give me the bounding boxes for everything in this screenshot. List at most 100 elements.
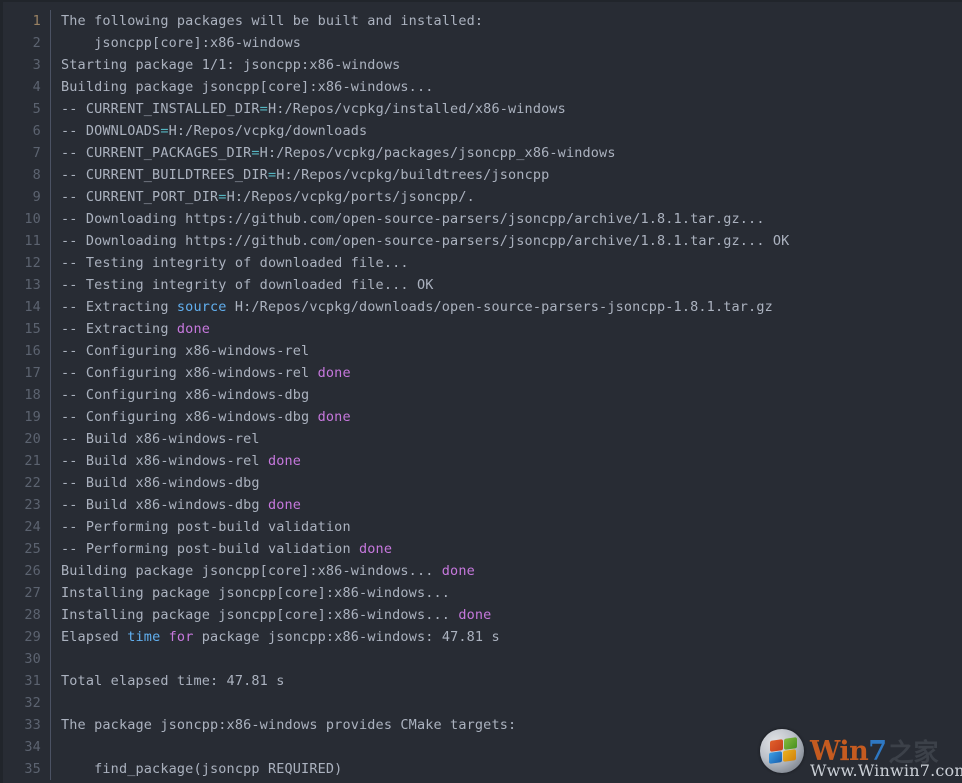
code-line[interactable]: 5 -- CURRENT_INSTALLED_DIR=H:/Repos/vcpkg… [3, 98, 962, 120]
code-line[interactable]: 28 Installing package jsoncpp[core]:x86-w… [3, 604, 962, 626]
code-line-content[interactable]: -- Configuring x86-windows-rel done [61, 362, 962, 384]
code-line[interactable]: 27 Installing package jsoncpp[core]:x86-w… [3, 582, 962, 604]
gutter-divider [50, 340, 51, 362]
code-line[interactable]: 17 -- Configuring x86-windows-rel done [3, 362, 962, 384]
code-line[interactable]: 18 -- Configuring x86-windows-dbg [3, 384, 962, 406]
code-line[interactable]: 1 The following packages will be built an… [3, 10, 962, 32]
code-line-content[interactable]: -- CURRENT_INSTALLED_DIR=H:/Repos/vcpkg/… [61, 98, 962, 120]
code-line-content[interactable]: -- Build x86-windows-rel done [61, 450, 962, 472]
code-line[interactable]: 33 The package jsoncpp:x86-windows provid… [3, 714, 962, 736]
code-token: = [267, 167, 277, 183]
code-line-content[interactable]: -- Build x86-windows-rel [61, 428, 962, 450]
line-number: 11 [24, 233, 41, 249]
code-line-content[interactable]: Starting package 1/1: jsoncpp:x86-window… [61, 54, 962, 76]
code-token: = [259, 101, 268, 117]
code-line-content[interactable]: -- Configuring x86-windows-rel [61, 340, 962, 362]
code-line-content[interactable]: -- Build x86-windows-dbg [61, 472, 962, 494]
code-token: source [176, 299, 227, 315]
code-line[interactable]: 3 Starting package 1/1: jsoncpp:x86-windo… [3, 54, 962, 76]
code-line-content[interactable]: Elapsed time for package jsoncpp:x86-win… [61, 626, 962, 648]
code-line-content[interactable]: Installing package jsoncpp[core]:x86-win… [61, 582, 962, 604]
code-token: -- Build x86-windows-rel [61, 431, 260, 447]
code-line-content[interactable]: -- CURRENT_PACKAGES_DIR=H:/Repos/vcpkg/p… [61, 142, 962, 164]
code-line[interactable]: 16 -- Configuring x86-windows-rel [3, 340, 962, 362]
code-line-content[interactable]: -- Testing integrity of downloaded file.… [61, 274, 962, 296]
code-line-content[interactable]: The following packages will be built and… [61, 10, 962, 32]
code-line-content[interactable]: Total elapsed time: 47.81 s [61, 670, 962, 692]
code-line[interactable]: 19 -- Configuring x86-windows-dbg done [3, 406, 962, 428]
gutter-divider [50, 406, 51, 428]
code-line-content[interactable]: Building package jsoncpp[core]:x86-windo… [61, 560, 962, 582]
code-token: H:/Repos/vcpkg/ports/jsoncpp/. [226, 189, 475, 205]
line-number: 23 [24, 497, 41, 513]
code-line[interactable]: 32 [3, 692, 962, 714]
code-line[interactable]: 20 -- Build x86-windows-rel [3, 428, 962, 450]
code-line-content[interactable]: -- DOWNLOADS=H:/Repos/vcpkg/downloads [61, 120, 962, 142]
code-line[interactable]: 15 -- Extracting done [3, 318, 962, 340]
code-line-content[interactable]: jsoncpp[core]:x86-windows [61, 32, 962, 54]
code-token: -- CURRENT_BUILDTREES_DIR [61, 167, 268, 183]
code-token: time [127, 629, 161, 645]
code-line-content[interactable]: -- Performing post-build validation done [61, 538, 962, 560]
line-number: 34 [24, 739, 41, 755]
code-line[interactable]: 14 -- Extracting source H:/Repos/vcpkg/do… [3, 296, 962, 318]
code-line[interactable]: 10 -- Downloading https://github.com/open… [3, 208, 962, 230]
code-line-content[interactable]: -- CURRENT_BUILDTREES_DIR=H:/Repos/vcpkg… [61, 164, 962, 186]
code-token: -- Downloading https://github.com/open-s… [61, 233, 790, 249]
code-line-content[interactable]: -- Testing integrity of downloaded file.… [61, 252, 962, 274]
code-line[interactable]: 31 Total elapsed time: 47.81 s [3, 670, 962, 692]
code-line[interactable]: 4 Building package jsoncpp[core]:x86-wind… [3, 76, 962, 98]
code-token: done [458, 607, 492, 623]
code-line[interactable]: 25 -- Performing post-build validation do… [3, 538, 962, 560]
code-line[interactable]: 22 -- Build x86-windows-dbg [3, 472, 962, 494]
code-line-content[interactable]: -- Configuring x86-windows-dbg [61, 384, 962, 406]
code-line[interactable]: 21 -- Build x86-windows-rel done [3, 450, 962, 472]
code-token: -- Testing integrity of downloaded file.… [61, 255, 409, 271]
code-line[interactable]: 29 Elapsed time for package jsoncpp:x86-w… [3, 626, 962, 648]
code-line-content[interactable]: -- CURRENT_PORT_DIR=H:/Repos/vcpkg/ports… [61, 186, 962, 208]
gutter-divider [50, 252, 51, 274]
code-line-content[interactable]: -- Extracting source H:/Repos/vcpkg/down… [61, 296, 962, 318]
code-line[interactable]: 35 find_package(jsoncpp REQUIRED) [3, 758, 962, 780]
code-line[interactable]: 9 -- CURRENT_PORT_DIR=H:/Repos/vcpkg/port… [3, 186, 962, 208]
code-line-content[interactable]: The package jsoncpp:x86-windows provides… [61, 714, 962, 736]
code-line[interactable]: 8 -- CURRENT_BUILDTREES_DIR=H:/Repos/vcpk… [3, 164, 962, 186]
line-number: 8 [32, 167, 41, 183]
code-line-content[interactable]: -- Downloading https://github.com/open-s… [61, 208, 962, 230]
code-line-content[interactable]: -- Downloading https://github.com/open-s… [61, 230, 962, 252]
code-token: -- CURRENT_INSTALLED_DIR [61, 101, 260, 117]
code-line[interactable]: 30 [3, 648, 962, 670]
code-line[interactable]: 26 Building package jsoncpp[core]:x86-win… [3, 560, 962, 582]
code-editor[interactable]: 1 The following packages will be built an… [0, 0, 962, 783]
line-number: 31 [24, 673, 41, 689]
code-token: done [267, 453, 302, 469]
code-token: Elapsed [61, 629, 128, 645]
gutter-divider [50, 670, 51, 692]
gutter-divider [50, 120, 51, 142]
code-line[interactable]: 13 -- Testing integrity of downloaded fil… [3, 274, 962, 296]
code-lines-container[interactable]: 1 The following packages will be built an… [3, 2, 962, 780]
code-line-content[interactable]: Building package jsoncpp[core]:x86-windo… [61, 76, 962, 98]
code-line[interactable]: 12 -- Testing integrity of downloaded fil… [3, 252, 962, 274]
code-line-content[interactable]: Installing package jsoncpp[core]:x86-win… [61, 604, 962, 626]
code-line[interactable]: 7 -- CURRENT_PACKAGES_DIR=H:/Repos/vcpkg/… [3, 142, 962, 164]
code-line-content[interactable]: find_package(jsoncpp REQUIRED) [61, 758, 962, 780]
code-line[interactable]: 2 jsoncpp[core]:x86-windows [3, 32, 962, 54]
code-line[interactable]: 6 -- DOWNLOADS=H:/Repos/vcpkg/downloads [3, 120, 962, 142]
code-line-content[interactable]: -- Build x86-windows-dbg done [61, 494, 962, 516]
code-line[interactable]: 24 -- Performing post-build validation [3, 516, 962, 538]
code-token: -- Extracting [61, 299, 177, 315]
code-token: H:/Repos/vcpkg/downloads/open-source-par… [226, 299, 773, 315]
code-token: done [359, 541, 393, 557]
code-line-content[interactable]: -- Extracting done [61, 318, 962, 340]
code-line[interactable]: 34 [3, 736, 962, 758]
code-token: package jsoncpp:x86-windows: 47.81 s [193, 629, 500, 645]
code-line[interactable]: 11 -- Downloading https://github.com/open… [3, 230, 962, 252]
line-number: 22 [24, 475, 41, 491]
gutter-divider [50, 384, 51, 406]
line-number: 20 [24, 431, 41, 447]
code-line-content[interactable]: -- Configuring x86-windows-dbg done [61, 406, 962, 428]
line-number: 17 [24, 365, 41, 381]
code-line-content[interactable]: -- Performing post-build validation [61, 516, 962, 538]
code-line[interactable]: 23 -- Build x86-windows-dbg done [3, 494, 962, 516]
